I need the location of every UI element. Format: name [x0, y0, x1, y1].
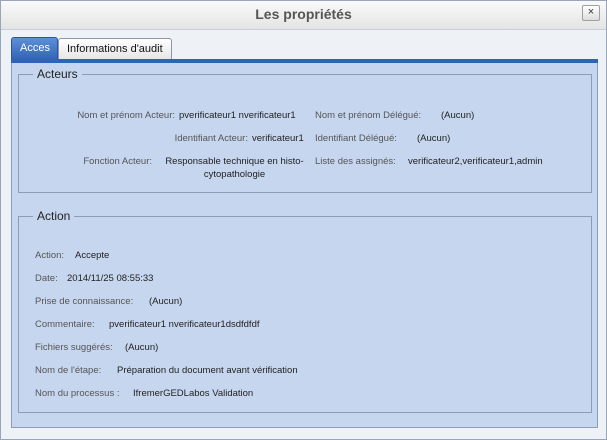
action-value: Accepte [75, 250, 110, 261]
nom-processus-label: Nom du processus : [35, 388, 120, 399]
date-value: 2014/11/25 08:55:33 [67, 273, 154, 284]
commentaire-value: pverificateur1 nverificateur1dsdfdfdf [109, 319, 260, 330]
tab-informations-audit[interactable]: Informations d'audit [58, 38, 172, 59]
date-label: Date: [35, 273, 58, 284]
id-acteur-value: verificateur1 [252, 133, 304, 144]
prise-connaissance-value: (Aucun) [149, 296, 183, 307]
nom-delegue-value: (Aucun) [441, 110, 475, 121]
close-icon: × [587, 6, 595, 18]
nom-etape-value: Préparation du document avant vérificati… [117, 365, 298, 376]
nom-etape-label: Nom de l'étape: [35, 365, 102, 376]
fichiers-suggeres-label: Fichiers suggérés: [35, 342, 113, 353]
dialog-title: Les propriétés [255, 6, 352, 22]
nom-acteur-value: pverificateur1 nverificateur1 [179, 110, 296, 121]
action-label: Action: [35, 250, 65, 261]
action-legend: Action [37, 209, 71, 223]
assignes-label: Liste des assignés: [315, 156, 396, 167]
tab-panel-acces: Acteurs Nom et prénom Acteur: pverificat… [11, 63, 598, 428]
id-acteur-label: Identifiant Acteur: [174, 133, 248, 144]
action-fieldset: Action Action: Accepte Date: 2014/11/25 … [18, 209, 592, 413]
nom-acteur-label: Nom et prénom Acteur: [77, 110, 175, 121]
fonction-acteur-value-line1: Responsable technique en histo- [165, 156, 304, 167]
properties-dialog: Les propriétés × Acces Informations d'au… [0, 0, 607, 440]
fonction-acteur-value-line2: cytopathologie [203, 169, 266, 180]
fonction-acteur-label: Fonction Acteur: [83, 156, 152, 167]
fichiers-suggeres-value: (Aucun) [125, 342, 159, 353]
dialog-titlebar[interactable]: Les propriétés × [1, 1, 606, 30]
close-button[interactable]: × [582, 5, 600, 21]
nom-processus-value: IfremerGEDLabos Validation [133, 388, 254, 399]
acteurs-legend: Acteurs [37, 67, 78, 81]
nom-delegue-label: Nom et prénom Délégué: [315, 110, 422, 121]
prise-connaissance-label: Prise de connaissance: [35, 296, 134, 307]
tab-acces[interactable]: Acces [11, 37, 58, 60]
commentaire-label: Commentaire: [35, 319, 95, 330]
assignes-value: verificateur2,verificateur1,admin [408, 156, 543, 167]
id-delegue-label: Identifiant Délégué: [315, 133, 397, 144]
acteurs-fieldset: Acteurs Nom et prénom Acteur: pverificat… [18, 67, 592, 193]
id-delegue-value: (Aucun) [417, 133, 451, 144]
